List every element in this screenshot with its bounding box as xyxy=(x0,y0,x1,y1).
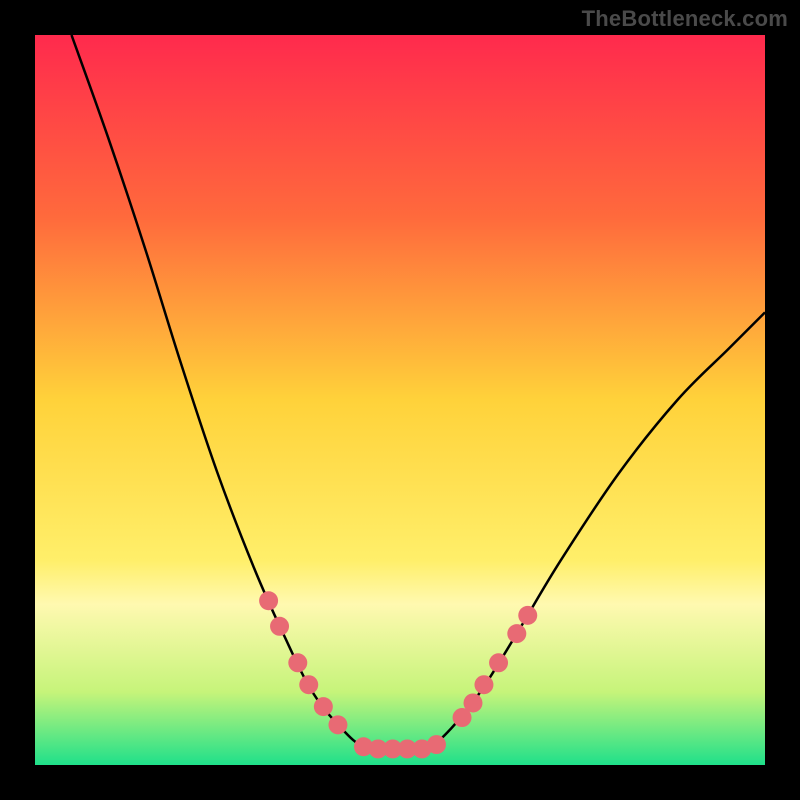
curve-marker xyxy=(518,606,537,625)
curve-marker xyxy=(427,735,446,754)
curve-marker xyxy=(507,624,526,643)
curve-marker xyxy=(288,653,307,672)
bottleneck-chart xyxy=(35,35,765,765)
curve-marker xyxy=(270,617,289,636)
chart-gradient-area xyxy=(35,35,765,765)
curve-marker xyxy=(474,675,493,694)
curve-marker xyxy=(299,675,318,694)
curve-marker xyxy=(314,697,333,716)
curve-marker xyxy=(259,591,278,610)
curve-marker xyxy=(489,653,508,672)
curve-marker xyxy=(328,715,347,734)
attribution-text: TheBottleneck.com xyxy=(582,6,788,32)
curve-marker xyxy=(464,693,483,712)
